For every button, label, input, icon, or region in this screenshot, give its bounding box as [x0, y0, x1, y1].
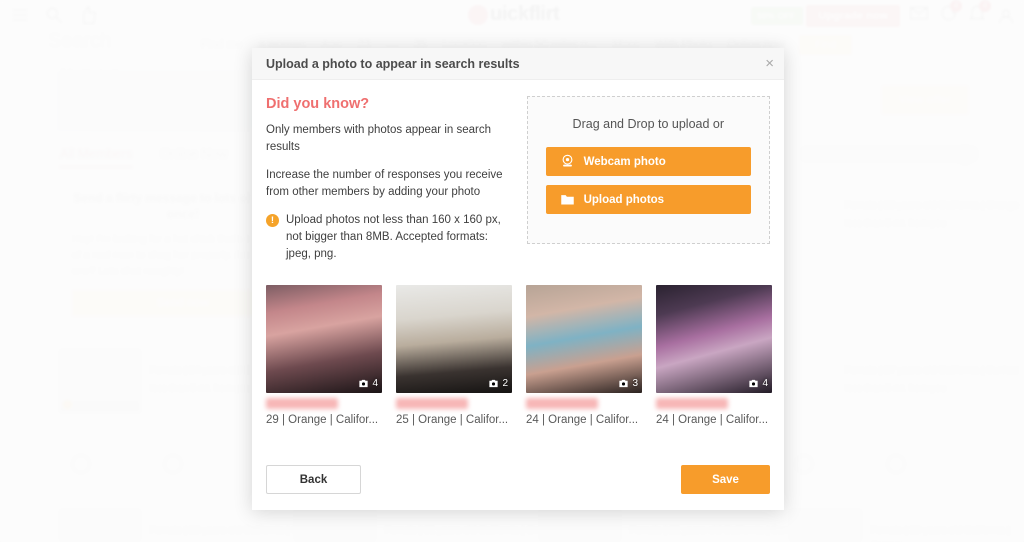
- profile-meta: 24 | Orange | Califor...: [526, 414, 639, 427]
- profile-username: [656, 398, 728, 410]
- camera-icon: [359, 379, 369, 388]
- warning-icon: !: [266, 214, 279, 228]
- did-you-know-title: Did you know?: [266, 96, 370, 112]
- profile-username: [266, 398, 338, 410]
- close-icon[interactable]: ×: [765, 56, 774, 71]
- profile-photo[interactable]: 4: [266, 285, 382, 394]
- profile-photo[interactable]: 2: [396, 285, 512, 394]
- photo-count: 4: [762, 378, 768, 390]
- save-button[interactable]: Save: [681, 465, 770, 494]
- profile-photo[interactable]: 4: [656, 285, 772, 394]
- webcam-photo-label: Webcam photo: [583, 155, 666, 168]
- photo-count-badge: 3: [618, 378, 638, 389]
- drag-drop-label: Drag and Drop to upload or: [572, 117, 725, 131]
- page-root: uickflirt 50% OFF Upgrade now 4: [0, 0, 1024, 542]
- folder-icon: [560, 195, 574, 205]
- modal-footer: Back Save: [252, 451, 784, 510]
- profile-meta: 29 | Orange | Califor...: [266, 414, 379, 427]
- profile-username: [396, 398, 468, 410]
- modal-title: Upload a photo to appear in search resul…: [266, 56, 520, 71]
- profile-meta: 25 | Orange | Califor...: [396, 414, 509, 427]
- list-item[interactable]: 2 25 | Orange | Califor...: [396, 285, 512, 426]
- photo-count-badge: 4: [358, 378, 378, 389]
- upload-photos-button[interactable]: Upload photos: [545, 185, 751, 214]
- photo-count: 4: [372, 378, 378, 390]
- upload-photos-label: Upload photos: [583, 193, 665, 206]
- upload-requirements-note: ! Upload photos not less than 160 x 160 …: [266, 212, 509, 263]
- webcam-icon: [562, 154, 573, 167]
- did-you-know-paragraph-2: Increase the number of responses you rec…: [266, 169, 503, 199]
- list-item[interactable]: 4 29 | Orange | Califor...: [266, 285, 382, 426]
- photo-count: 2: [502, 378, 508, 390]
- modal-top-columns: Did you know? Only members with photos a…: [266, 96, 770, 263]
- suggested-profiles-list: 4 29 | Orange | Califor... 2 25 | Orange…: [266, 285, 772, 426]
- photo-count: 3: [632, 378, 638, 390]
- drag-and-drop-zone[interactable]: Drag and Drop to upload or Webcam photo …: [526, 96, 770, 244]
- profile-meta: 24 | Orange | Califor...: [656, 414, 769, 427]
- list-item[interactable]: 3 24 | Orange | Califor...: [526, 285, 642, 426]
- list-item[interactable]: 4 24 | Orange | Califor...: [656, 285, 772, 426]
- profile-username: [526, 398, 598, 410]
- photo-count-badge: 4: [748, 378, 768, 389]
- upload-requirements-text: Upload photos not less than 160 x 160 px…: [286, 214, 501, 261]
- did-you-know-paragraph-1: Only members with photos appear in searc…: [266, 124, 491, 154]
- camera-icon: [489, 379, 499, 388]
- webcam-photo-button[interactable]: Webcam photo: [545, 147, 751, 176]
- camera-icon: [749, 379, 759, 388]
- modal-body: Did you know? Only members with photos a…: [252, 80, 784, 451]
- back-button[interactable]: Back: [266, 465, 361, 494]
- photo-count-badge: 2: [488, 378, 508, 389]
- did-you-know-section: Did you know? Only members with photos a…: [266, 96, 509, 263]
- upload-photo-modal: Upload a photo to appear in search resul…: [252, 48, 784, 510]
- modal-header: Upload a photo to appear in search resul…: [252, 48, 784, 80]
- camera-icon: [619, 379, 629, 388]
- profile-photo[interactable]: 3: [526, 285, 642, 394]
